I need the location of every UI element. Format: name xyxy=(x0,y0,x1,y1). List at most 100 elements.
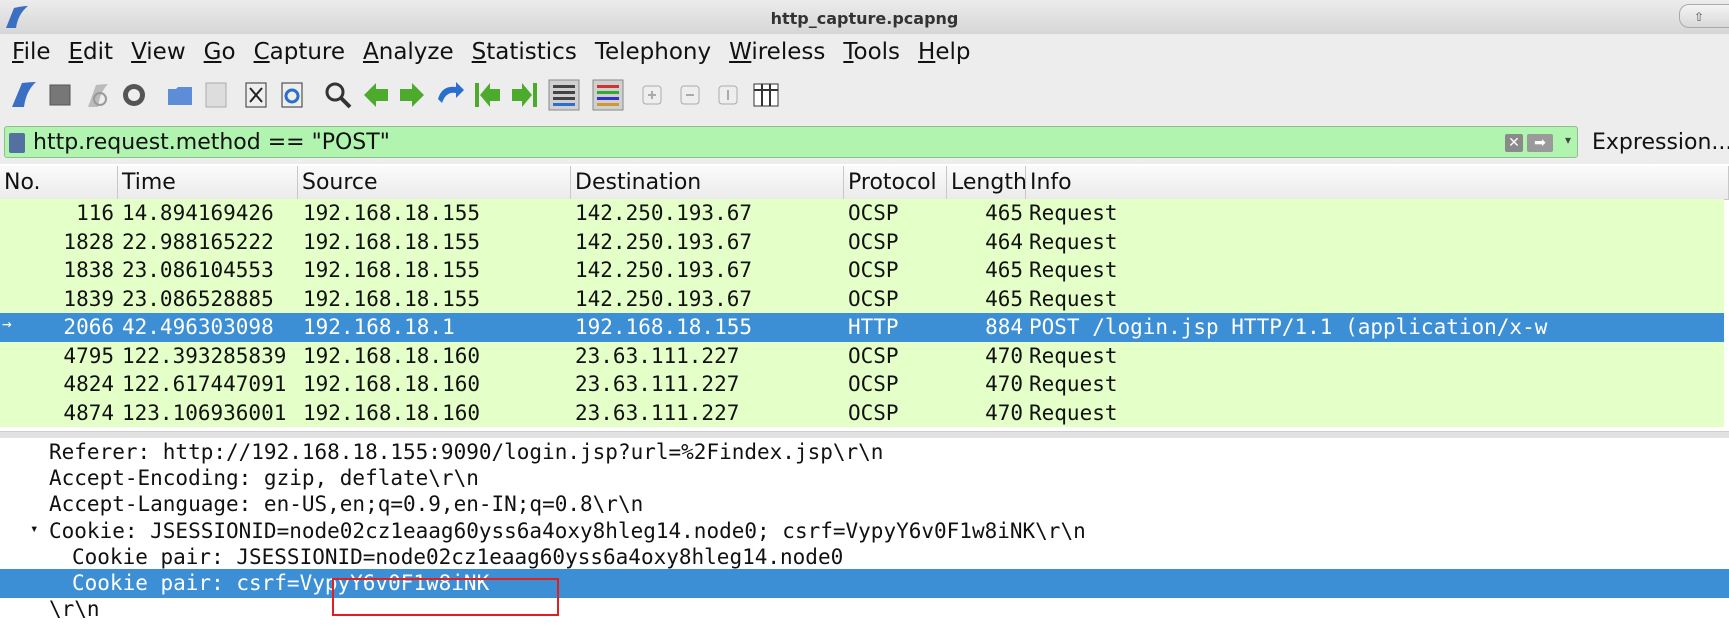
detail-tree-text: Referer: http://192.168.18.155:9090/logi… xyxy=(49,440,884,464)
detail-tree-text: Accept-Encoding: gzip, deflate\r\n xyxy=(49,466,479,491)
last-packet-icon[interactable] xyxy=(508,79,540,111)
resize-columns-icon[interactable] xyxy=(750,79,782,111)
window-titlebar: http_capture.pcapng ⇧ xyxy=(0,0,1729,35)
display-filter-text[interactable]: http.request.method == "POST" xyxy=(33,130,390,155)
packet-dst-cell: 142.250.193.67 xyxy=(575,286,753,311)
zoom-out-icon[interactable] xyxy=(674,79,706,111)
menu-view[interactable]: View xyxy=(119,39,192,65)
zoom-in-icon[interactable] xyxy=(636,79,668,111)
column-header-length[interactable]: Length xyxy=(947,166,1027,199)
expression-button[interactable]: Expression... xyxy=(1592,130,1729,155)
column-header-source[interactable]: Source xyxy=(298,166,571,199)
open-file-icon[interactable] xyxy=(164,79,196,111)
packet-details-tree: Referer: http://192.168.18.155:9090/logi… xyxy=(0,438,1729,638)
packet-src-cell: 192.168.18.160 xyxy=(303,400,481,425)
stop-capture-icon[interactable] xyxy=(44,79,76,111)
packet-src-cell: 192.168.18.155 xyxy=(303,286,481,311)
packet-no-cell: 116 xyxy=(76,201,114,225)
bookmark-icon[interactable] xyxy=(9,133,25,153)
packet-len-cell: 465 xyxy=(985,286,1023,311)
menu-wireless[interactable]: Wireless xyxy=(717,39,831,65)
packet-len-cell: 470 xyxy=(985,400,1023,425)
menu-help[interactable]: Help xyxy=(906,39,976,65)
packet-time-cell: 23.086528885 xyxy=(122,286,274,311)
packet-len-cell: 464 xyxy=(985,229,1023,254)
packet-list: No. Time Source Destination Protocol Length In… xyxy=(0,166,1729,431)
go-forward-icon[interactable] xyxy=(396,79,428,111)
normal-size-icon[interactable] xyxy=(712,79,744,111)
packet-row[interactable]: → 2066 42.496303098 192.168.18.1 192.168.18.… xyxy=(0,313,1724,342)
detail-tree-item[interactable]: Cookie pair: csrf=VypyY6v0F1w8iNK xyxy=(0,569,1729,598)
packet-info-cell: Request xyxy=(1029,201,1118,225)
menu-analyze[interactable]: Analyze xyxy=(351,39,460,65)
menu-file[interactable]: File xyxy=(0,39,57,65)
packet-info-cell: Request xyxy=(1029,400,1118,425)
packet-src-cell: 192.168.18.1 xyxy=(303,315,455,339)
packet-len-cell: 465 xyxy=(985,201,1023,225)
packet-dst-cell: 23.63.111.227 xyxy=(575,343,740,368)
reload-file-icon[interactable] xyxy=(276,79,308,111)
packet-row[interactable]: 1839 23.086528885 192.168.18.155 142.250.19… xyxy=(0,284,1724,313)
filter-history-dropdown-icon[interactable]: ▾ xyxy=(1565,133,1571,147)
packet-time-cell: 123.106936001 xyxy=(122,400,287,425)
detail-tree-text: \r\n xyxy=(49,597,100,622)
go-back-icon[interactable] xyxy=(360,79,392,111)
capture-options-icon[interactable] xyxy=(118,79,150,111)
packet-proto-cell: OCSP xyxy=(848,372,899,396)
detail-tree-text: Cookie pair: JSESSIONID=node02cz1eaag60y… xyxy=(72,544,844,569)
menu-edit[interactable]: Edit xyxy=(57,39,120,65)
display-filter-bar: http.request.method == "POST" ✕ ➡ ▾ Expr… xyxy=(0,120,1729,164)
packet-no-cell: 1828 xyxy=(63,229,114,254)
menu-telephony[interactable]: Telephony xyxy=(583,39,717,65)
packet-row[interactable]: 1828 22.988165222 192.168.18.155 142.250.19… xyxy=(0,227,1724,256)
autoscroll-icon[interactable] xyxy=(548,79,580,111)
detail-tree-item[interactable]: ▾ Cookie: JSESSIONID=node02cz1eaag60yss6a… xyxy=(0,517,1729,546)
column-header-protocol[interactable]: Protocol xyxy=(844,166,947,199)
menu-tools[interactable]: Tools xyxy=(831,39,906,65)
detail-tree-item[interactable]: Cookie pair: JSESSIONID=node02cz1eaag60y… xyxy=(0,543,1729,572)
close-file-icon[interactable] xyxy=(240,79,272,111)
packet-row[interactable]: 4824 122.617447091 192.168.18.160 23.63.111… xyxy=(0,370,1724,399)
packet-row[interactable]: 4874 123.106936001 192.168.18.160 23.63.111… xyxy=(0,398,1724,427)
detail-tree-item[interactable]: Accept-Encoding: gzip, deflate\r\n xyxy=(0,464,1729,493)
packet-row[interactable]: 4795 122.393285839 192.168.18.160 23.63.111… xyxy=(0,341,1724,370)
column-header-destination[interactable]: Destination xyxy=(571,166,844,199)
window-controls-button[interactable]: ⇧ xyxy=(1679,4,1729,28)
display-filter-input[interactable]: http.request.method == "POST" ✕ ➡ ▾ xyxy=(4,126,1578,158)
packet-dst-cell: 142.250.193.67 xyxy=(575,258,753,282)
menu-go[interactable]: Go xyxy=(192,39,242,65)
column-header-info[interactable]: Info xyxy=(1026,166,1729,199)
packet-src-cell: 192.168.18.155 xyxy=(303,258,481,282)
column-header-time[interactable]: Time xyxy=(118,166,298,199)
detail-tree-item[interactable]: \r\n xyxy=(0,595,1729,624)
packet-row[interactable]: 116 14.894169426 192.168.18.155 142.250.193… xyxy=(0,199,1724,228)
packet-dst-cell: 23.63.111.227 xyxy=(575,372,740,396)
packet-no-cell: 4824 xyxy=(63,372,114,396)
column-header-no[interactable]: No. xyxy=(0,166,118,199)
colorize-icon[interactable] xyxy=(592,79,624,111)
packet-row[interactable]: 1838 23.086104553 192.168.18.155 142.250.19… xyxy=(0,256,1724,285)
packet-proto-cell: OCSP xyxy=(848,286,899,311)
detail-tree-item[interactable]: Referer: http://192.168.18.155:9090/logi… xyxy=(0,438,1729,467)
packet-info-cell: Request xyxy=(1029,343,1118,368)
clear-filter-icon[interactable]: ✕ xyxy=(1505,134,1523,152)
detail-tree-item[interactable]: Accept-Language: en-US,en;q=0.9,en-IN;q=… xyxy=(0,490,1729,519)
shark-fin-start-icon[interactable] xyxy=(8,79,40,111)
find-packet-icon[interactable] xyxy=(322,79,354,111)
menu-bar: File Edit View Go Capture Analyze Statistics Te… xyxy=(0,34,1729,70)
packet-info-cell: Request xyxy=(1029,286,1118,311)
packet-len-cell: 470 xyxy=(985,343,1023,368)
packet-proto-cell: OCSP xyxy=(848,229,899,254)
go-to-packet-icon[interactable] xyxy=(434,79,466,111)
apply-filter-icon[interactable]: ➡ xyxy=(1527,134,1553,152)
menu-capture[interactable]: Capture xyxy=(242,39,351,65)
expand-collapse-icon[interactable]: ▾ xyxy=(30,521,38,537)
packet-len-cell: 465 xyxy=(985,258,1023,282)
packet-time-cell: 22.988165222 xyxy=(122,229,274,254)
save-file-icon[interactable] xyxy=(200,79,232,111)
packet-src-cell: 192.168.18.155 xyxy=(303,229,481,254)
menu-statistics[interactable]: Statistics xyxy=(460,39,583,65)
restart-capture-icon[interactable] xyxy=(82,79,114,111)
packet-proto-cell: OCSP xyxy=(848,201,899,225)
first-packet-icon[interactable] xyxy=(472,79,504,111)
